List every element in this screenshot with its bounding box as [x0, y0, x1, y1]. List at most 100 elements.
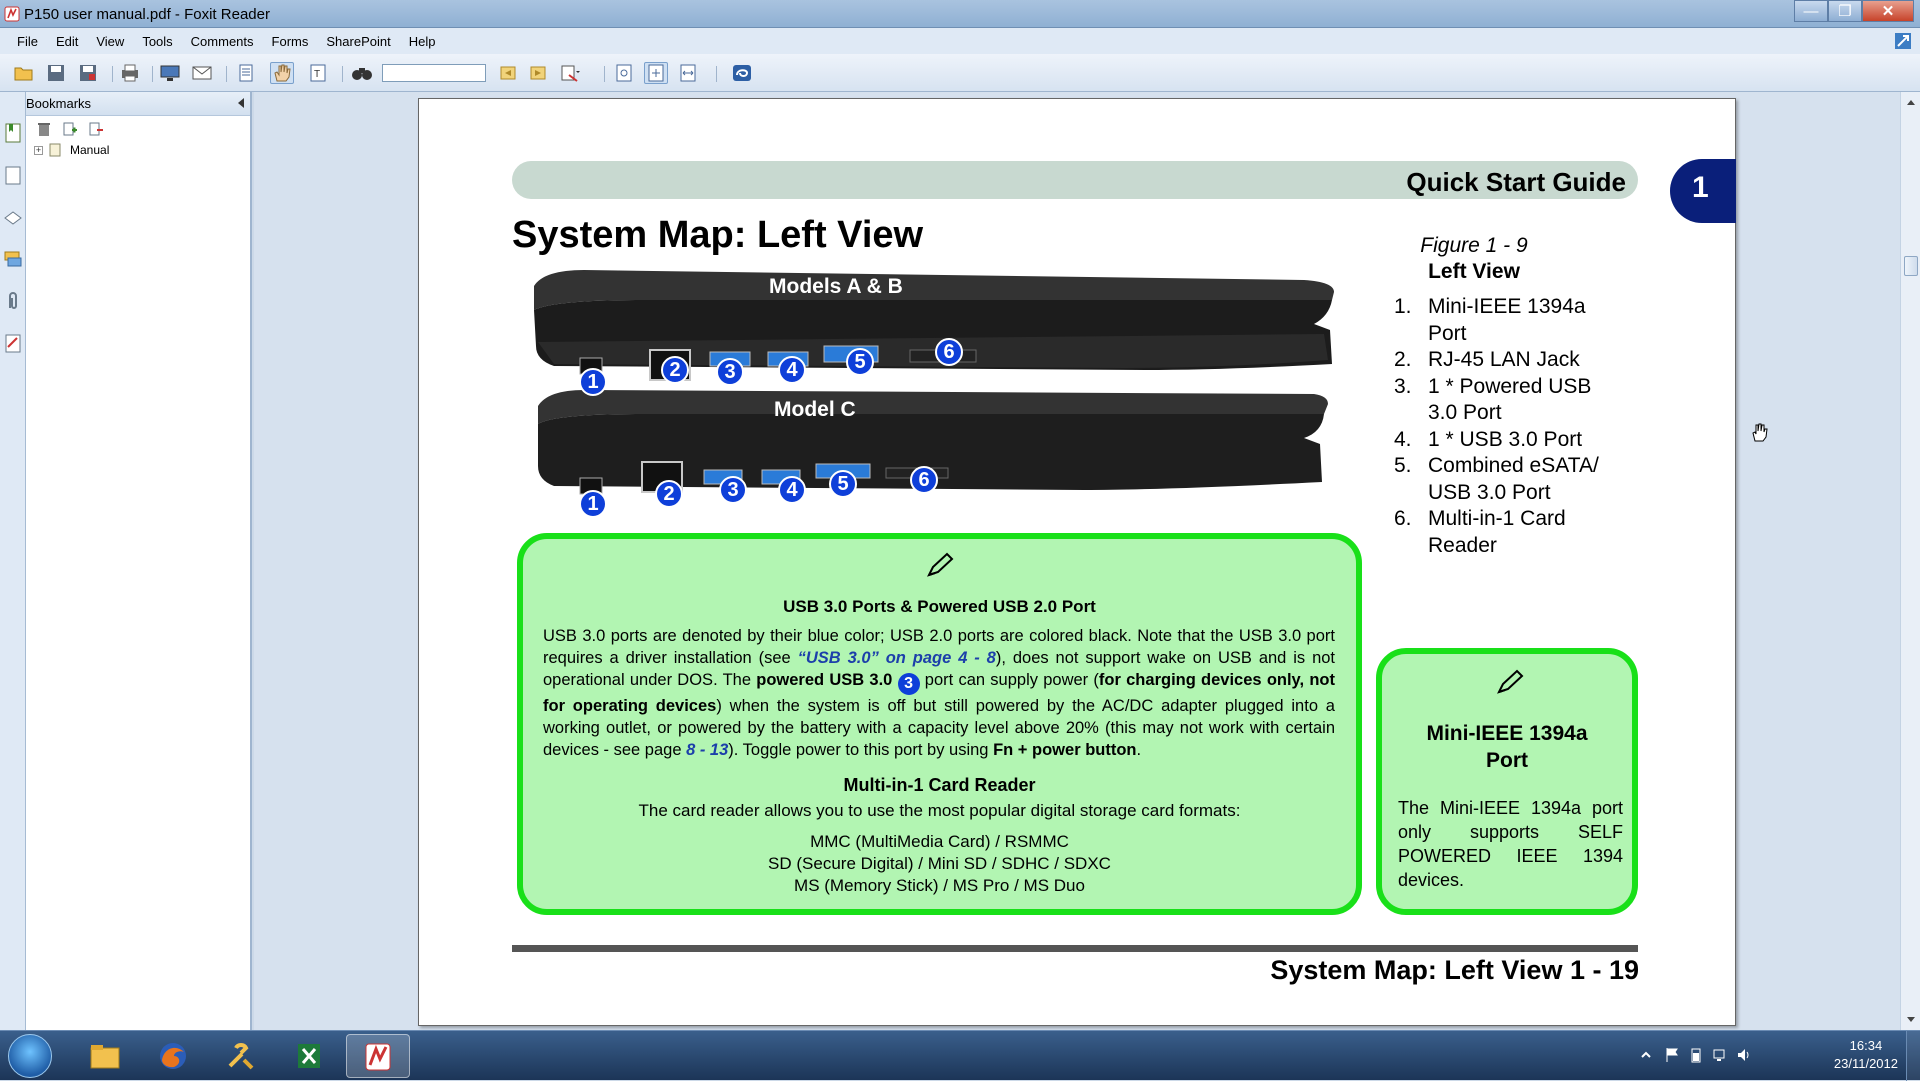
usb-note-paragraph: USB 3.0 ports are denoted by their blue … [543, 627, 1336, 759]
taskbar: 16:34 23/11/2012 [0, 1030, 1920, 1081]
callout-5: 5 [829, 470, 857, 498]
page-layout-icon[interactable] [234, 62, 258, 84]
figure-caption: Figure 1 - 9 Left View [1364, 234, 1584, 284]
card-formats: MMC (MultiMedia Card) / RSMMC SD (Secure… [523, 831, 1356, 897]
bookmark-options-icon[interactable] [88, 121, 104, 137]
minimize-button[interactable]: — [1794, 0, 1828, 22]
menu-forms[interactable]: Forms [263, 34, 318, 49]
footer-rule [512, 945, 1638, 952]
save-icon[interactable] [44, 62, 68, 84]
list-item: 6. Multi-in-1 Card Reader [1394, 507, 1566, 557]
system-clock[interactable]: 16:34 23/11/2012 [1834, 1037, 1898, 1073]
find-input[interactable] [382, 64, 486, 82]
menu-file[interactable]: File [8, 34, 47, 49]
inline-callout-3: 3 [897, 673, 920, 695]
print-icon[interactable] [118, 62, 142, 84]
find-next-icon[interactable] [526, 62, 550, 84]
hand-tool-icon[interactable] [270, 62, 294, 84]
expand-bookmark-icon[interactable] [62, 121, 78, 137]
find-binoculars-icon[interactable] [350, 62, 374, 84]
actual-size-icon[interactable] [612, 62, 636, 84]
figure-title: Left View [1428, 260, 1520, 283]
bookmarks-panel-icon[interactable] [3, 122, 23, 144]
callout-1: 1 [579, 368, 607, 396]
firefox-taskbar-icon[interactable] [142, 1034, 206, 1078]
bookmark-item[interactable]: + Manual [26, 142, 250, 162]
navigation-rail [0, 92, 26, 1030]
pen-note-icon [927, 552, 954, 577]
model-c-label: Model C [774, 398, 856, 421]
tools-taskbar-icon[interactable] [210, 1034, 274, 1078]
list-item: 2. RJ-45 LAN Jack [1394, 348, 1580, 371]
menu-sharepoint[interactable]: SharePoint [317, 34, 399, 49]
menu-comments[interactable]: Comments [182, 34, 263, 49]
comments-panel-icon[interactable] [3, 248, 23, 270]
expand-toggle-icon[interactable]: + [34, 146, 43, 155]
scroll-down-icon[interactable] [1907, 1017, 1915, 1022]
volume-icon[interactable] [1736, 1047, 1752, 1063]
models-ab-label: Models A & B [769, 275, 903, 298]
find-previous-icon[interactable] [496, 62, 520, 84]
fit-page-icon[interactable] [644, 62, 668, 84]
screen-icon[interactable] [158, 62, 182, 84]
chapter-banner: Quick Start Guide [512, 161, 1638, 199]
figure-number: Figure 1 - 9 [1420, 234, 1528, 257]
bookmarks-title: Bookmarks [26, 96, 92, 111]
bookmarks-toolbar [26, 116, 250, 142]
menu-bar: File Edit View Tools Comments Forms Shar… [0, 28, 1920, 54]
close-button[interactable]: ✕ [1862, 0, 1914, 22]
list-item: 4. 1 * USB 3.0 Port [1394, 427, 1583, 451]
start-button[interactable] [8, 1034, 52, 1078]
mini-ieee-note-box: Mini-IEEE 1394a Port The Mini-IEEE 1394a… [1376, 648, 1638, 915]
chapter-number-tab: 1 [1670, 159, 1736, 223]
card-reader-heading: Multi-in-1 Card Reader [843, 775, 1036, 795]
scroll-thumb[interactable] [1904, 256, 1918, 276]
show-desktop-button[interactable] [1906, 1031, 1920, 1081]
foxit-sharepoint-icon[interactable] [730, 62, 754, 84]
network-icon[interactable] [1712, 1047, 1728, 1063]
fit-width-icon[interactable] [676, 62, 700, 84]
menu-view[interactable]: View [87, 34, 133, 49]
callout-2: 2 [655, 480, 683, 508]
scroll-up-icon[interactable] [1907, 100, 1915, 105]
pages-panel-icon[interactable] [3, 164, 23, 186]
vertical-scrollbar[interactable] [1900, 92, 1920, 1030]
bookmarks-header: Bookmarks [26, 92, 250, 116]
menu-help[interactable]: Help [400, 34, 445, 49]
action-center-flag-icon[interactable] [1664, 1047, 1680, 1063]
explorer-taskbar-icon[interactable] [74, 1034, 138, 1078]
page-link-8-13[interactable]: 8 - 13 [686, 741, 728, 759]
save-as-icon[interactable] [76, 62, 100, 84]
email-icon[interactable] [190, 62, 214, 84]
clock-time: 16:34 [1849, 1038, 1883, 1053]
callout-6: 6 [935, 338, 963, 366]
figure-legend-list: 1. Mini-IEEE 1394a Port 2. RJ-45 LAN Jack … [1394, 294, 1614, 559]
battery-icon[interactable] [1688, 1047, 1704, 1063]
foxit-taskbar-icon[interactable] [346, 1034, 410, 1078]
signatures-panel-icon[interactable] [3, 332, 23, 354]
card-reader-text: The card reader allows you to use the mo… [638, 801, 1241, 820]
bookmark-page-icon [49, 143, 61, 157]
callout-3: 3 [719, 476, 747, 504]
tray-expand-icon[interactable] [1638, 1047, 1654, 1063]
open-icon[interactable] [12, 62, 36, 84]
mini-ieee-body: The Mini-IEEE 1394a port only supports S… [1398, 798, 1623, 890]
title-bar: P150 user manual.pdf - Foxit Reader — ❐ … [0, 0, 1920, 28]
select-text-icon[interactable]: T [306, 62, 330, 84]
attachments-panel-icon[interactable] [3, 290, 23, 312]
layers-panel-icon[interactable] [3, 206, 23, 228]
usb-page-link[interactable]: “USB 3.0” on page 4 - 8 [798, 649, 996, 667]
usb-note-heading: USB 3.0 Ports & Powered USB 2.0 Port [783, 597, 1096, 616]
find-options-icon[interactable] [558, 62, 582, 84]
maximize-button[interactable]: ❐ [1828, 0, 1862, 22]
callout-3: 3 [716, 358, 744, 386]
card-format-line: MMC (MultiMedia Card) / RSMMC [810, 832, 1069, 851]
delete-bookmark-icon[interactable] [36, 121, 52, 137]
restore-toolbar-icon[interactable] [1894, 32, 1912, 50]
collapse-panel-icon[interactable] [238, 98, 244, 108]
menu-tools[interactable]: Tools [133, 34, 181, 49]
callout-4: 4 [778, 476, 806, 504]
excel-taskbar-icon[interactable] [278, 1034, 342, 1078]
callout-6: 6 [910, 466, 938, 494]
menu-edit[interactable]: Edit [47, 34, 87, 49]
